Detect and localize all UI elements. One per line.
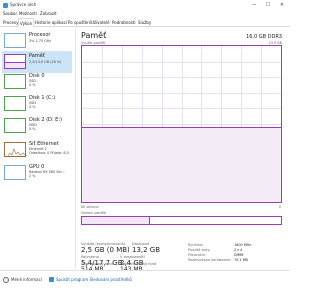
stat-in-use-value: 2,5 GB (0 MB) [81,246,130,254]
cpu-graph-thumbnail [4,33,26,48]
less-details-button[interactable]: Méně informací [11,277,42,282]
sidebar-item-ethernet[interactable]: Síť Ethernet Ethernet 2 Odesláno: 0 Přij… [2,139,72,161]
sidebar-item-disk-1[interactable]: Disk 1 (C:) SSD 0 % [2,93,72,115]
sidebar-item-percent: 0 % [29,127,36,131]
sidebar-item-gpu[interactable]: GPU 0 Radeon RX 580 Ser... 2 % [2,162,72,184]
memory-usage-graph [81,45,282,203]
memory-usage-area [82,127,281,202]
info-form-factor-value: DIMM [234,253,244,257]
chevron-up-icon[interactable]: ˄ [3,277,9,283]
sidebar-item-disk-0[interactable]: Disk 0 SSD 0 % [2,71,72,93]
info-reserved-label: Rezervováno hardwarem: [188,258,232,262]
menu-options[interactable]: Možnosti [19,11,37,16]
disk-graph-thumbnail [4,96,26,111]
footer-bar [0,270,290,288]
page-title: Paměť [81,31,107,40]
close-button[interactable]: ✕ [276,1,288,9]
tab-app-history[interactable]: Historie aplikací [34,18,68,27]
disk-graph-thumbnail [4,74,26,89]
tab-details[interactable]: Podrobnosti [111,18,137,27]
sidebar-item-detail: 3% 1,75 GHz [29,39,52,43]
sidebar-item-percent: 0 % [29,105,36,109]
sidebar-item-label: Paměť [29,53,45,59]
memory-graph-thumbnail [4,54,26,69]
sidebar-item-throughput: Odesláno: 0 Přijato: 8,0 [29,151,69,155]
time-axis-end: 0 [279,205,282,209]
sidebar-item-percent: 2 % [29,174,36,178]
tab-services[interactable]: Služby [137,18,152,27]
sidebar-item-disk-2[interactable]: Disk 2 (D: E:) HDD 0 % [2,115,72,137]
minimize-button[interactable]: — [248,1,260,9]
info-slots-value: 2 z 4 [234,248,243,252]
tab-users[interactable]: Uživatelé [90,18,111,27]
network-graph-thumbnail [4,142,27,158]
task-manager-icon [3,3,8,8]
title-bar [0,0,290,11]
sidebar-item-percent: 0 % [29,83,36,87]
info-reserved-value: 70,1 MB [234,258,248,262]
menu-view[interactable]: Zobrazit [40,11,57,16]
open-resource-monitor-link[interactable]: Spustit program Sledování prostředků [56,277,132,282]
memory-composition-bar [81,216,282,225]
gpu-graph-thumbnail [4,165,26,180]
info-speed-label: Rychlost: [188,243,204,247]
window-title: Správce úloh [10,2,37,7]
memory-composition-used [82,217,150,224]
tab-processes[interactable]: Procesy [2,18,19,27]
maximize-button[interactable]: ☐ [262,1,274,9]
composition-label: Složení paměti [81,211,107,215]
tab-performance[interactable]: Výkon [18,18,35,27]
memory-capacity: 16,0 GB DDR3 [246,34,282,40]
resource-monitor-icon [49,277,54,282]
info-speed-value: 1600 MHz [234,243,251,247]
stat-available-value: 13,2 GB [132,246,161,254]
info-slots-label: Použité sloty: [188,248,211,252]
sidebar-item-detail: 2,5/13,9 GB (18 %) [29,60,62,64]
time-axis-label: 60 sekund [81,205,99,209]
sidebar-item-cpu[interactable]: Procesor 3% 1,75 GHz [2,30,72,52]
info-form-factor-label: Provedení: [188,253,206,257]
sidebar-item-memory[interactable]: Paměť 2,5/13,9 GB (18 %) [2,51,72,73]
menu-file[interactable]: Soubor [3,11,17,16]
disk-graph-thumbnail [4,118,26,133]
tab-startup[interactable]: Po spuštění [67,18,92,27]
sidebar-item-label: Procesor [29,32,51,38]
